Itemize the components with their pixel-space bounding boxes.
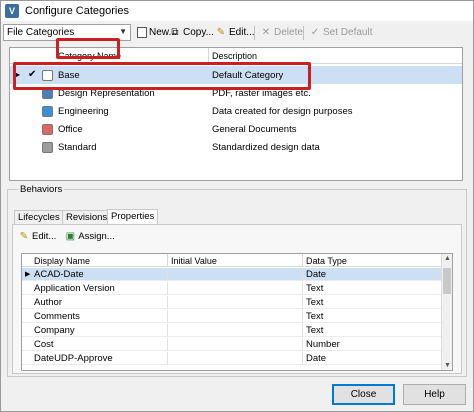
copy-button[interactable]: ⧉ Copy...	[167, 24, 216, 41]
property-data-type: Text	[306, 325, 324, 336]
properties-tab-panel: ✎ Edit... ▣ Assign... Display Name Initi…	[12, 224, 462, 374]
property-display-name: Company	[34, 325, 75, 336]
highlight-box-base-row	[13, 62, 311, 90]
cell-divider	[167, 338, 168, 351]
category-description: Data created for design purposes	[212, 106, 353, 117]
column-divider	[302, 254, 303, 267]
behaviors-legend: Behaviors	[18, 184, 65, 195]
checkmark-circle-icon: ✓	[310, 26, 320, 38]
combo-value: File Categories	[7, 27, 75, 38]
cell-divider	[302, 352, 303, 365]
category-color-swatch	[42, 106, 53, 117]
pencil-icon: ✎	[19, 230, 29, 242]
cell-divider	[167, 268, 168, 281]
scroll-up-arrow-icon[interactable]: ▲	[444, 255, 451, 262]
property-data-type: Date	[306, 353, 327, 364]
cell-divider	[167, 352, 168, 365]
properties-vertical-scrollbar[interactable]: ▲ ▼	[441, 254, 452, 370]
cell-divider	[302, 324, 303, 337]
properties-edit-label: Edit...	[32, 231, 57, 242]
property-data-type: Date	[306, 269, 327, 280]
assign-button[interactable]: ▣ Assign...	[62, 230, 116, 244]
cell-divider	[302, 338, 303, 351]
copy-icon: ⧉	[171, 26, 179, 38]
scrollbar-thumb[interactable]	[443, 268, 451, 294]
property-row[interactable]: Cost Number	[22, 338, 442, 351]
delete-label: Delete	[274, 27, 303, 38]
assign-property-icon: ▣	[65, 230, 76, 242]
set-default-button[interactable]: ✓ Set Default	[307, 24, 374, 41]
property-row[interactable]: Company Text	[22, 324, 442, 337]
window-title: Configure Categories	[25, 5, 129, 17]
category-name: Standard	[58, 142, 97, 153]
property-display-name: Author	[34, 297, 62, 308]
tab-properties[interactable]: Properties	[107, 209, 159, 224]
row-pointer-icon: ▶	[25, 271, 31, 278]
property-row[interactable]: Author Text	[22, 296, 442, 309]
configure-categories-dialog: V Configure Categories File Categories ▼…	[0, 0, 474, 412]
column-header-description[interactable]: Description	[212, 51, 257, 61]
property-data-type: Text	[306, 297, 324, 308]
property-data-type: Number	[306, 339, 340, 350]
category-name: Engineering	[58, 106, 109, 117]
toolbar-separator	[254, 26, 255, 40]
property-display-name: Comments	[34, 311, 80, 322]
property-data-type: Text	[306, 311, 324, 322]
tab-lifecycles[interactable]: Lifecycles	[14, 210, 64, 224]
property-row[interactable]: ▶ ACAD-Date Date	[22, 268, 442, 281]
category-row-office[interactable]: Office General Documents	[10, 120, 462, 138]
category-description: General Documents	[212, 124, 297, 135]
help-button[interactable]: Help	[403, 384, 466, 405]
cell-divider	[167, 310, 168, 323]
category-row-standard[interactable]: Standard Standardized design data	[10, 138, 462, 156]
category-color-swatch	[42, 142, 53, 153]
property-display-name: Application Version	[34, 283, 115, 294]
tab-revisions[interactable]: Revisions	[62, 210, 112, 224]
scroll-down-arrow-icon[interactable]: ▼	[444, 362, 451, 369]
close-button[interactable]: Close	[332, 384, 395, 405]
pencil-icon: ✎	[216, 26, 226, 38]
category-description: Standardized design data	[212, 142, 320, 153]
assign-label: Assign...	[78, 231, 115, 242]
column-divider	[167, 254, 168, 267]
toolbar-separator	[303, 26, 304, 40]
cell-divider	[167, 324, 168, 337]
property-row[interactable]: Comments Text	[22, 310, 442, 323]
properties-grid-header: Display Name Initial Value Data Type	[22, 254, 442, 267]
property-display-name: DateUDP-Approve	[34, 353, 113, 364]
copy-label: Copy...	[183, 27, 214, 38]
cell-divider	[302, 296, 303, 309]
set-default-label: Set Default	[323, 27, 373, 38]
cell-divider	[167, 282, 168, 295]
chevron-down-icon: ▼	[119, 27, 127, 36]
properties-toolbar: ✎ Edit... ▣ Assign...	[16, 228, 117, 245]
column-header-initial-value[interactable]: Initial Value	[171, 256, 217, 266]
property-display-name: Cost	[34, 339, 54, 350]
edit-button[interactable]: ✎ Edit...	[213, 24, 257, 41]
cell-divider	[302, 282, 303, 295]
category-row-engineering[interactable]: Engineering Data created for design purp…	[10, 102, 462, 120]
delete-button[interactable]: ✕ Delete	[258, 24, 305, 41]
cell-divider	[302, 268, 303, 281]
title-bar: V Configure Categories	[1, 1, 473, 21]
properties-grid: Display Name Initial Value Data Type ▶ A…	[21, 253, 453, 371]
property-row[interactable]: Application Version Text	[22, 282, 442, 295]
new-document-icon	[137, 27, 147, 38]
delete-x-icon: ✕	[261, 26, 271, 38]
category-color-swatch	[42, 124, 53, 135]
vault-icon: V	[5, 4, 19, 18]
column-header-display-name[interactable]: Display Name	[34, 256, 90, 266]
column-header-data-type[interactable]: Data Type	[306, 256, 347, 266]
property-data-type: Text	[306, 283, 324, 294]
properties-edit-button[interactable]: ✎ Edit...	[16, 230, 58, 244]
cell-divider	[167, 296, 168, 309]
property-row[interactable]: DateUDP-Approve Date	[22, 352, 442, 365]
cell-divider	[302, 310, 303, 323]
property-display-name: ACAD-Date	[34, 269, 84, 280]
edit-label: Edit...	[229, 27, 255, 38]
behaviors-group: Behaviors Lifecycles Revisions Propertie…	[7, 184, 467, 377]
category-name: Office	[58, 124, 83, 135]
highlight-box-assign-button	[56, 38, 120, 59]
